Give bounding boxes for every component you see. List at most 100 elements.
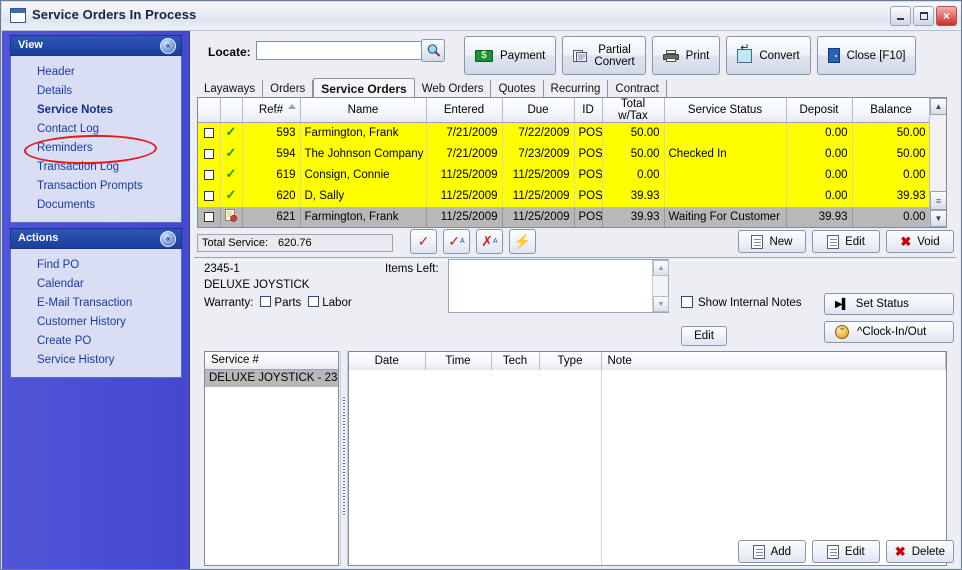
row-checkbox[interactable] bbox=[198, 164, 221, 186]
col-service-status[interactable]: Service Status bbox=[664, 98, 787, 123]
tab-contract[interactable]: Contract bbox=[608, 80, 667, 97]
sidebar-item-transaction-prompts[interactable]: Transaction Prompts bbox=[11, 177, 181, 196]
sidebar-item-documents[interactable]: Documents bbox=[11, 196, 181, 215]
edit-button[interactable]: Edit bbox=[812, 230, 880, 253]
delete-button[interactable]: ✖ Delete bbox=[885, 540, 954, 563]
lightning-icon[interactable]: ⚡ bbox=[509, 229, 536, 254]
print-button[interactable]: Print bbox=[651, 36, 721, 75]
sidebar-item-transaction-log[interactable]: Transaction Log bbox=[11, 158, 181, 177]
sidebar-item-calendar[interactable]: Calendar bbox=[11, 275, 181, 294]
payment-button[interactable]: Payment bbox=[464, 36, 557, 75]
col-name[interactable]: Name bbox=[300, 98, 427, 123]
show-internal-notes-checkbox[interactable]: Show Internal Notes bbox=[681, 296, 802, 309]
detail-edit-button[interactable]: Edit bbox=[681, 326, 727, 346]
table-row[interactable]: 621 Farmington, Frank 11/25/2009 11/25/2… bbox=[198, 206, 931, 227]
warranty-labor-checkbox[interactable] bbox=[308, 296, 320, 307]
sidebar-item-header[interactable]: Header bbox=[11, 63, 181, 82]
partial-convert-button[interactable]: Partial Convert bbox=[562, 36, 646, 75]
close-f10-button-label: Close [F10] bbox=[846, 49, 906, 62]
col-time[interactable]: Time bbox=[425, 352, 492, 371]
col-id[interactable]: ID bbox=[574, 98, 603, 123]
void-button[interactable]: ✖ Void bbox=[886, 230, 954, 253]
tab-service-orders[interactable]: Service Orders bbox=[313, 78, 415, 98]
col-entered[interactable]: Entered bbox=[426, 98, 503, 123]
col-note[interactable]: Note bbox=[601, 352, 946, 371]
tab-quotes[interactable]: Quotes bbox=[491, 80, 544, 97]
locate-search-button[interactable] bbox=[421, 39, 445, 62]
sidebar-item-customer-history[interactable]: Customer History bbox=[11, 313, 181, 332]
service-notes-grid[interactable]: Date Time Tech Type Note bbox=[348, 351, 947, 566]
minimize-button[interactable] bbox=[890, 6, 911, 26]
col-status-icon[interactable] bbox=[220, 98, 243, 123]
table-row[interactable] bbox=[198, 228, 930, 229]
notes-edit-button[interactable]: Edit bbox=[811, 540, 880, 563]
sidebar-item-reminders[interactable]: Reminders bbox=[11, 139, 181, 158]
close-f10-button[interactable]: Close [F10] bbox=[816, 36, 917, 75]
col-date[interactable]: Date bbox=[349, 352, 426, 371]
clear-all-icon[interactable]: ✗ A bbox=[476, 229, 503, 254]
scrollbar-thumb[interactable]: ≡ bbox=[930, 191, 946, 210]
sidebar-item-service-notes[interactable]: Service Notes bbox=[11, 101, 181, 120]
sidebar-view-header[interactable]: View « bbox=[10, 35, 182, 56]
cell-name: Consign, Connie bbox=[300, 164, 427, 186]
warranty-parts-checkbox[interactable] bbox=[260, 296, 272, 307]
col-checkbox[interactable] bbox=[198, 98, 221, 123]
cell-id: POS bbox=[574, 122, 603, 144]
tab-layaways[interactable]: Layaways bbox=[197, 80, 264, 97]
items-left-scrollbar[interactable]: ▲ ▼ bbox=[652, 260, 669, 312]
row-checkbox[interactable] bbox=[198, 143, 221, 165]
col-type[interactable]: Type bbox=[539, 352, 602, 371]
set-status-button[interactable]: ▶▌ Set Status bbox=[824, 293, 954, 315]
tab-recurring[interactable]: Recurring bbox=[543, 80, 609, 97]
sidebar-actions-header[interactable]: Actions « bbox=[10, 228, 182, 249]
col-total-wtax[interactable]: Total w/Tax bbox=[602, 98, 665, 123]
clock-in-out-button[interactable]: ^Clock-In/Out bbox=[824, 321, 954, 343]
service-number-list[interactable]: Service # DELUXE JOYSTICK - 2345 bbox=[204, 351, 339, 566]
sidebar-item-contact-log[interactable]: Contact Log bbox=[11, 120, 181, 139]
col-tech[interactable]: Tech bbox=[491, 352, 540, 371]
new-button[interactable]: New bbox=[738, 230, 806, 253]
chevron-up-icon[interactable]: « bbox=[160, 38, 176, 54]
convert-button[interactable]: Convert bbox=[726, 36, 811, 75]
col-entered-label: Entered bbox=[443, 104, 485, 116]
cell-ref: 594 bbox=[242, 143, 301, 165]
service-orders-grid[interactable]: Ref# Name Entered Due ID Total w/Tax Ser… bbox=[197, 97, 947, 228]
maximize-button[interactable] bbox=[913, 6, 934, 26]
table-row[interactable]: ✓ 619 Consign, Connie 11/25/2009 11/25/2… bbox=[198, 164, 931, 186]
close-button[interactable]: × bbox=[936, 6, 957, 26]
row-checkbox[interactable] bbox=[198, 185, 221, 207]
table-row[interactable]: ✓ 594 The Johnson Company 7/21/2009 7/23… bbox=[198, 143, 931, 165]
list-item[interactable]: DELUXE JOYSTICK - 2345 bbox=[205, 370, 338, 387]
col-due[interactable]: Due bbox=[502, 98, 575, 123]
scroll-up-icon[interactable]: ▲ bbox=[930, 98, 946, 115]
check-mark-all-icon[interactable]: ✓ A bbox=[443, 229, 470, 254]
scroll-down-icon[interactable]: ▼ bbox=[653, 296, 669, 312]
sidebar-item-details[interactable]: Details bbox=[11, 82, 181, 101]
check-mark-icon[interactable]: ✓ bbox=[410, 229, 437, 254]
table-row[interactable]: ✓ 620 D, Sally 11/25/2009 11/25/2009 POS… bbox=[198, 185, 931, 207]
grid-vertical-scrollbar[interactable]: ▲ ≡ ▼ bbox=[929, 98, 946, 227]
row-checkbox[interactable] bbox=[198, 228, 220, 229]
locate-input[interactable] bbox=[256, 41, 438, 60]
sidebar-item-create-po[interactable]: Create PO bbox=[11, 332, 181, 351]
notes-edit-button-label: Edit bbox=[844, 545, 865, 558]
notes-grid-body[interactable] bbox=[349, 370, 946, 565]
items-left-box[interactable]: ▲ ▼ bbox=[448, 259, 669, 313]
col-balance[interactable]: Balance bbox=[852, 98, 931, 123]
tab-web-orders[interactable]: Web Orders bbox=[414, 80, 492, 97]
table-row[interactable]: ✓ 593 Farmington, Frank 7/21/2009 7/22/2… bbox=[198, 122, 931, 144]
chevron-up-icon[interactable]: « bbox=[160, 231, 176, 247]
scroll-up-icon[interactable]: ▲ bbox=[653, 260, 669, 276]
row-checkbox[interactable] bbox=[198, 122, 221, 144]
sidebar-item-find-po[interactable]: Find PO bbox=[11, 256, 181, 275]
sidebar-item-service-history[interactable]: Service History bbox=[11, 351, 181, 370]
col-deposit[interactable]: Deposit bbox=[786, 98, 853, 123]
add-button[interactable]: Add bbox=[737, 540, 806, 563]
sidebar-item-email-transaction[interactable]: E-Mail Transaction bbox=[11, 294, 181, 313]
row-checkbox[interactable] bbox=[198, 206, 221, 227]
col-balance-label: Balance bbox=[870, 104, 912, 116]
col-ref[interactable]: Ref# bbox=[242, 98, 301, 123]
tab-orders[interactable]: Orders bbox=[263, 80, 314, 97]
panel-splitter[interactable] bbox=[340, 351, 348, 566]
scroll-down-icon[interactable]: ▼ bbox=[930, 210, 946, 227]
